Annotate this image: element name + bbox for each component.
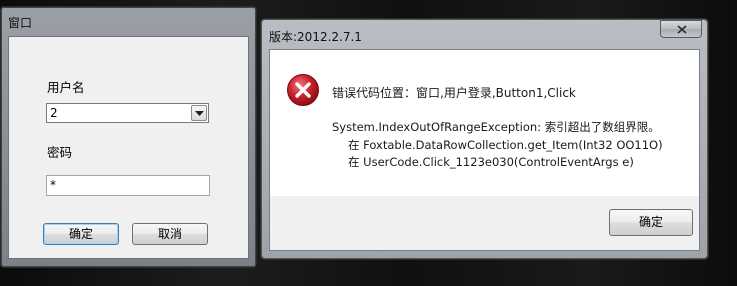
exception-text: System.IndexOutOfRangeException: 索引超出了数组… xyxy=(332,120,660,134)
password-value: * xyxy=(50,178,56,192)
ok-button[interactable]: 确定 xyxy=(43,223,119,245)
password-label: 密码 xyxy=(47,145,73,160)
close-button[interactable] xyxy=(660,20,702,38)
error-dialog-body: 错误代码位置：窗口,用户登录,Button1,Click System.Inde… xyxy=(269,49,700,251)
chevron-down-icon xyxy=(195,111,204,116)
username-label: 用户名 xyxy=(47,80,85,95)
username-combobox[interactable]: 2 xyxy=(46,103,209,123)
error-message-area: 错误代码位置：窗口,用户登录,Button1,Click System.Inde… xyxy=(270,50,699,196)
error-ok-button[interactable]: 确定 xyxy=(609,209,693,236)
error-dialog: 版本:2012.2.7.1 错误代码位置：窗口,用户登录,Button1,Cli… xyxy=(260,18,709,260)
error-dialog-title: 版本:2012.2.7.1 xyxy=(269,30,362,44)
login-window-title: 窗口 xyxy=(8,16,33,30)
login-window: 窗口 用户名 2 密码 * 确定 取消 xyxy=(0,6,257,268)
stack-trace-line: 在 UserCode.Click_1123e030(ControlEventAr… xyxy=(348,155,634,169)
error-icon xyxy=(287,74,319,106)
close-icon xyxy=(677,25,687,34)
cancel-button[interactable]: 取消 xyxy=(132,223,208,245)
stack-trace-line: 在 Foxtable.DataRowCollection.get_Item(In… xyxy=(348,138,663,152)
login-form: 用户名 2 密码 * 确定 取消 xyxy=(8,36,249,259)
password-field[interactable]: * xyxy=(46,175,210,196)
error-location-text: 错误代码位置：窗口,用户登录,Button1,Click xyxy=(332,86,576,100)
dropdown-button[interactable] xyxy=(191,105,207,121)
username-value: 2 xyxy=(50,106,58,120)
